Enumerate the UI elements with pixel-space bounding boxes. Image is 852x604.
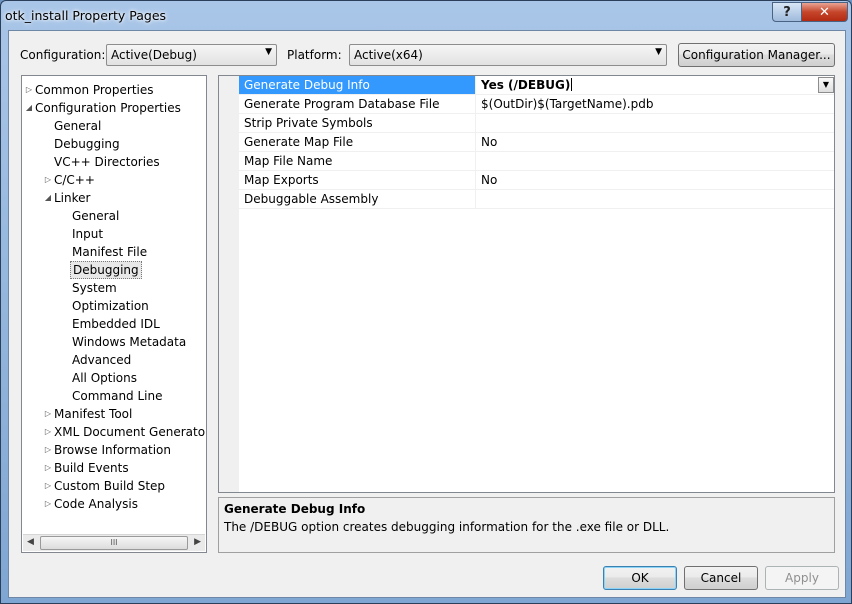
close-button[interactable]: ✕ [801,2,848,22]
property-name[interactable]: Generate Program Database File [239,95,476,113]
tree-item[interactable]: System [70,279,119,297]
property-name[interactable]: Map File Name [239,152,476,170]
property-row[interactable]: Strip Private Symbols [239,114,834,133]
configuration-manager-button[interactable]: Configuration Manager... [678,43,835,67]
tree-item[interactable]: Common Properties [33,81,156,99]
tree-item[interactable]: General [70,207,121,225]
tree-item[interactable]: General [52,117,103,135]
property-value[interactable] [476,152,834,170]
property-name[interactable]: Map Exports [239,171,476,189]
cancel-label: Cancel [700,571,742,585]
property-name[interactable]: Generate Debug Info [239,76,476,94]
property-value-text: Yes (/DEBUG) [481,78,571,92]
tree-item[interactable]: Optimization [70,297,151,315]
property-row[interactable]: Generate Debug Info Yes (/DEBUG) ▼ [239,76,834,95]
property-value[interactable] [476,114,834,132]
property-value-text: No [481,173,498,187]
platform-label: Platform: [287,48,342,62]
apply-label: Apply [785,571,819,585]
tree-item[interactable]: Manifest Tool [52,405,134,423]
tree-item[interactable]: Custom Build Step [52,477,167,495]
property-row[interactable]: Map Exports No [239,171,834,190]
property-row[interactable]: Generate Map File No [239,133,834,152]
property-value[interactable] [476,190,834,208]
property-value[interactable]: No [476,171,834,189]
tree-item[interactable]: VC++ Directories [52,153,162,171]
grid-gutter [219,76,239,492]
grip-icon: III [110,538,118,547]
configuration-select[interactable]: Active(Debug) ▼ [106,44,277,66]
tree-item[interactable]: Windows Metadata [70,333,188,351]
title-bar[interactable]: otk_install Property Pages ? ✕ [1,1,851,29]
tree-item[interactable]: All Options [70,369,139,387]
property-row[interactable]: Debuggable Assembly [239,190,834,209]
property-name[interactable]: Debuggable Assembly [239,190,476,208]
configuration-label: Configuration: [20,48,106,62]
configuration-value: Active(Debug) [111,48,197,62]
property-name[interactable]: Generate Map File [239,133,476,151]
scroll-left-icon[interactable]: ◀ [27,537,34,547]
property-name[interactable]: Strip Private Symbols [239,114,476,132]
ok-label: OK [631,571,649,585]
property-pages-window: otk_install Property Pages ? ✕ Configura… [0,0,852,604]
platform-select[interactable]: Active(x64) ▼ [349,44,667,66]
tree-item[interactable]: Advanced [70,351,133,369]
tree-item[interactable]: Input [70,225,105,243]
property-value[interactable]: $(OutDir)$(TargetName).pdb [476,95,834,113]
description-text: The /DEBUG option creates debugging info… [224,520,670,534]
property-value[interactable]: Yes (/DEBUG) ▼ [476,76,834,94]
dialog-client-area: Configuration: Active(Debug) ▼ Platform:… [8,30,846,598]
tree-item[interactable]: Embedded IDL [70,315,162,333]
property-row[interactable]: Generate Program Database File $(OutDir)$… [239,95,834,114]
tree-item[interactable]: Browse Information [52,441,173,459]
property-value-text: $(OutDir)$(TargetName).pdb [481,97,654,111]
tree-item[interactable]: Debugging [70,261,142,279]
property-row[interactable]: Map File Name [239,152,834,171]
platform-value: Active(x64) [354,48,423,62]
tree-horizontal-scrollbar[interactable]: ◀ III ▶ [23,534,205,551]
help-button[interactable]: ? [772,2,802,22]
configuration-manager-label: Configuration Manager... [682,48,831,62]
ok-button[interactable]: OK [603,566,677,590]
cancel-button[interactable]: Cancel [684,566,758,590]
text-caret [571,78,573,91]
tree-item[interactable]: Configuration Properties [33,99,183,117]
tree-item[interactable]: Build Events [52,459,131,477]
scroll-right-icon[interactable]: ▶ [194,537,201,547]
property-tree[interactable]: ◀ III ▶ ▷ Common Properties ◢ Configuration… [21,75,207,553]
tree-item[interactable]: Code Analysis [52,495,140,513]
description-title: Generate Debug Info [224,502,366,516]
tree-item[interactable]: XML Document Generator [52,423,206,441]
close-icon: ✕ [819,4,830,20]
window-title: otk_install Property Pages [5,8,167,23]
tree-item[interactable]: Command Line [70,387,165,405]
description-panel: Generate Debug Info The /DEBUG option cr… [218,497,835,553]
chevron-down-icon[interactable]: ▼ [818,77,834,93]
tree-item[interactable]: Manifest File [70,243,149,261]
property-value[interactable]: No [476,133,834,151]
scrollbar-thumb[interactable]: III [40,536,188,550]
property-value-text: No [481,135,498,149]
chevron-down-icon: ▼ [655,47,662,57]
tree-item[interactable]: C/C++ [52,171,97,189]
chevron-down-icon: ▼ [265,47,272,57]
tree-item[interactable]: Debugging [52,135,122,153]
apply-button[interactable]: Apply [765,566,839,590]
property-grid[interactable]: Generate Debug Info Yes (/DEBUG) ▼ Generate… [218,75,835,493]
tree-item[interactable]: Linker [52,189,92,207]
help-icon: ? [783,4,791,20]
